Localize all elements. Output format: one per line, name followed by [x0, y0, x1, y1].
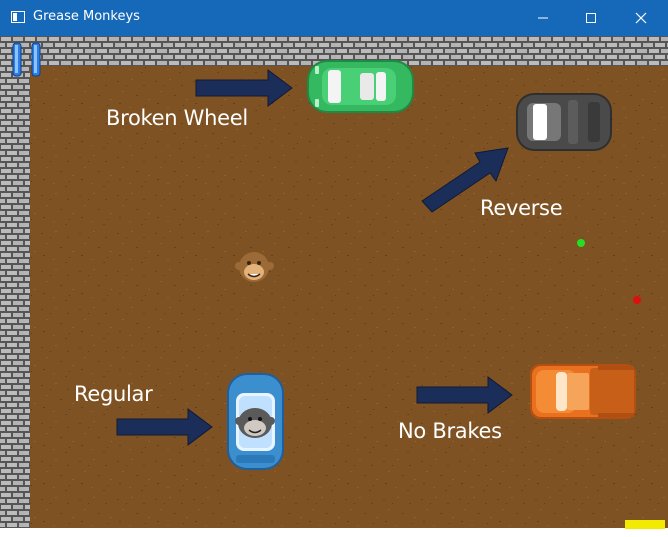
- green-car[interactable]: [307, 60, 414, 113]
- minimize-button[interactable]: [520, 0, 566, 36]
- maximize-button[interactable]: [568, 0, 614, 36]
- label-broken-wheel: Broken Wheel: [106, 106, 248, 130]
- app-icon: [11, 11, 25, 23]
- orange-car[interactable]: [530, 364, 636, 419]
- gray-car[interactable]: [516, 93, 612, 151]
- label-no-brakes: No Brakes: [398, 419, 502, 443]
- close-icon: [635, 12, 647, 24]
- close-button[interactable]: [618, 0, 664, 36]
- left-wall: [0, 36, 30, 537]
- bottom-edge: [0, 528, 668, 537]
- game-area[interactable]: Broken Wheel Reverse Regular No Brakes: [0, 36, 668, 537]
- maximize-icon: [586, 13, 596, 23]
- yellow-indicator: [625, 520, 665, 529]
- window-title: Grease Monkeys: [33, 9, 140, 24]
- label-regular: Regular: [74, 382, 153, 406]
- green-dot: [577, 239, 585, 247]
- label-reverse: Reverse: [480, 196, 563, 220]
- red-dot: [633, 296, 641, 304]
- title-bar: Grease Monkeys: [0, 0, 668, 36]
- minimize-icon: [538, 17, 548, 19]
- game-canvas: [0, 36, 668, 537]
